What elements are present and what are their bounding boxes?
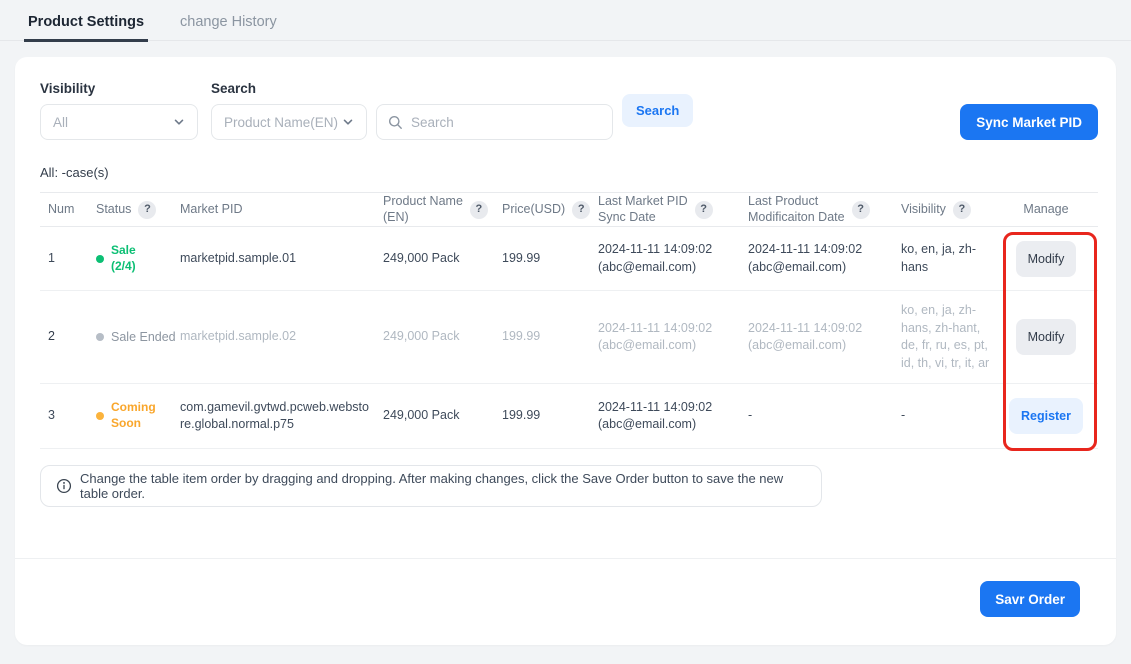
row-visibility: - (901, 384, 1008, 449)
search-input[interactable] (411, 115, 601, 130)
row-status: Sale Ended (96, 291, 180, 384)
row-status: Coming Soon (96, 384, 180, 449)
search-icon (388, 115, 403, 130)
row-num: 2 (40, 291, 96, 384)
row-price: 199.99 (502, 384, 598, 449)
column-header-price: Price(USD)? (502, 193, 598, 227)
product-settings-card: Visibility All Search Product Name(EN) (15, 57, 1116, 645)
help-icon[interactable]: ? (695, 201, 713, 219)
row-price: 199.99 (502, 227, 598, 291)
sync-market-pid-button[interactable]: Sync Market PID (960, 104, 1098, 140)
row-manage-cell: Modify (1008, 291, 1098, 384)
table-row[interactable]: 3 Coming Soon com.gamevil.gvtwd.pcweb.webs… (40, 384, 1098, 449)
status-dot-icon (96, 255, 104, 263)
row-product-name: 249,000 Pack (383, 291, 502, 384)
search-input-box (376, 104, 613, 140)
column-header-sync: Last Market PID Sync Date? (598, 193, 748, 227)
column-label: Product Name (EN) (383, 194, 463, 225)
row-visibility: ko, en, ja, zh-hans, zh-hant, de, fr, ru… (901, 291, 1008, 384)
column-label: Manage (1023, 202, 1068, 218)
register-button[interactable]: Register (1009, 398, 1083, 434)
status-dot-icon (96, 412, 104, 420)
row-market-pid: com.gamevil.gvtwd.pcweb.webstore.global.… (180, 384, 383, 449)
status-label: Sale Ended (111, 329, 176, 345)
chevron-down-icon (173, 116, 185, 128)
search-type-select[interactable]: Product Name(EN) (211, 104, 367, 140)
status-label: Coming Soon (111, 400, 156, 431)
column-label: Num (48, 202, 74, 218)
status-dot-icon (96, 333, 104, 341)
column-label: Price(USD) (502, 202, 565, 218)
status-label: Sale (2/4) (111, 243, 136, 274)
save-order-button[interactable]: Savr Order (980, 581, 1080, 617)
column-label: Last Market PID Sync Date (598, 194, 688, 225)
help-icon[interactable]: ? (852, 201, 870, 219)
filter-bar: Visibility All Search Product Name(EN) (40, 81, 1098, 140)
table-row[interactable]: 1 Sale (2/4) marketpid.sample.01249,000 Pa… (40, 227, 1098, 291)
help-icon[interactable]: ? (138, 201, 156, 219)
column-label: Status (96, 202, 131, 218)
notice-text: Change the table item order by dragging … (80, 471, 806, 501)
search-button[interactable]: Search (622, 94, 693, 127)
visibility-select-value: All (53, 115, 68, 130)
row-market-pid: marketpid.sample.01 (180, 227, 383, 291)
column-header-name: Product Name (EN)? (383, 193, 502, 227)
column-label: Last Product Modificaiton Date (748, 194, 845, 225)
column-label: Visibility (901, 202, 946, 218)
row-product-name: 249,000 Pack (383, 227, 502, 291)
column-header-vis: Visibility? (901, 193, 1008, 227)
help-icon[interactable]: ? (953, 201, 971, 219)
row-modified-date: 2024-11-11 14:09:02 (abc@email.com) (748, 291, 901, 384)
column-header-modif: Last Product Modificaiton Date? (748, 193, 901, 227)
visibility-filter-group: Visibility All (40, 81, 211, 140)
product-settings-page: Product Settings change History Visibili… (0, 0, 1131, 664)
row-sync-date: 2024-11-11 14:09:02 (abc@email.com) (598, 227, 748, 291)
row-sync-date: 2024-11-11 14:09:02 (abc@email.com) (598, 384, 748, 449)
column-label: Market PID (180, 202, 243, 218)
chevron-down-icon (342, 116, 354, 128)
column-header-status: Status? (96, 193, 180, 227)
table-header-row: NumStatus?Market PIDProduct Name (EN)?Pr… (40, 193, 1098, 227)
row-num: 1 (40, 227, 96, 291)
row-manage-cell: Modify (1008, 227, 1098, 291)
modify-button[interactable]: Modify (1016, 241, 1077, 277)
row-product-name: 249,000 Pack (383, 384, 502, 449)
modify-button[interactable]: Modify (1016, 319, 1077, 355)
row-price: 199.99 (502, 291, 598, 384)
help-icon[interactable]: ? (470, 201, 488, 219)
row-modified-date: - (748, 384, 901, 449)
row-num: 3 (40, 384, 96, 449)
search-type-value: Product Name(EN) (224, 115, 338, 130)
products-table: NumStatus?Market PIDProduct Name (EN)?Pr… (40, 192, 1098, 449)
footer-divider (15, 558, 1116, 559)
tab-bar: Product Settings change History (0, 0, 1131, 41)
drag-drop-notice: Change the table item order by dragging … (40, 465, 822, 507)
row-visibility: ko, en, ja, zh-hans (901, 227, 1008, 291)
visibility-label: Visibility (40, 81, 211, 96)
tab-product-settings[interactable]: Product Settings (24, 4, 148, 42)
row-market-pid: marketpid.sample.02 (180, 291, 383, 384)
column-header-manage: Manage (1008, 193, 1098, 227)
search-filter-group: Search Product Name(EN) (211, 81, 613, 140)
search-label: Search (211, 81, 613, 96)
tab-change-history[interactable]: change History (176, 4, 281, 42)
row-sync-date: 2024-11-11 14:09:02 (abc@email.com) (598, 291, 748, 384)
table-row[interactable]: 2 Sale Endedmarketpid.sample.02249,000 Pa… (40, 291, 1098, 384)
row-modified-date: 2024-11-11 14:09:02 (abc@email.com) (748, 227, 901, 291)
help-icon[interactable]: ? (572, 201, 590, 219)
info-icon (56, 478, 72, 494)
column-header-pid: Market PID (180, 193, 383, 227)
row-manage-cell: Register (1008, 384, 1098, 449)
visibility-select[interactable]: All (40, 104, 198, 140)
case-count-summary: All: -case(s) (40, 165, 1098, 180)
column-header-num: Num (40, 193, 96, 227)
row-status: Sale (2/4) (96, 227, 180, 291)
